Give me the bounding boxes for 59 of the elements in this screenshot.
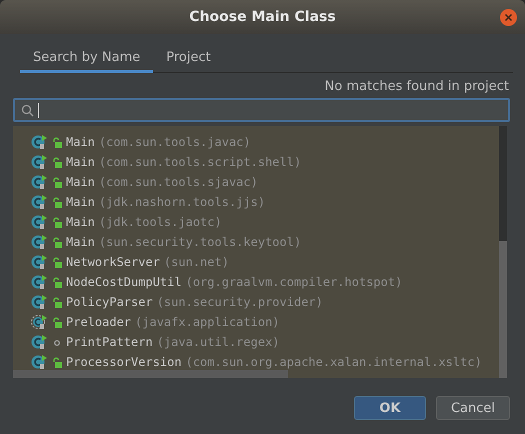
class-run-icon	[31, 294, 48, 310]
class-name: PrintPattern	[66, 335, 153, 349]
class-run-icon	[31, 354, 48, 370]
horizontal-scrollbar[interactable]	[13, 370, 288, 378]
search-field[interactable]	[13, 98, 510, 122]
class-list-item[interactable]: ProcessorVersion (com.sun.org.apache.xalan.internal.xsltc)	[13, 352, 499, 372]
close-icon[interactable]	[500, 9, 517, 26]
class-run-icon	[31, 134, 48, 150]
cancel-button[interactable]: Cancel	[436, 396, 510, 420]
package-name: (com.sun.org.apache.xalan.internal.xsltc)	[186, 355, 482, 369]
class-list-item[interactable]: Main (jdk.nashorn.tools.jjs)	[13, 192, 499, 212]
class-list-item[interactable]: PrintPattern (java.util.regex)	[13, 332, 499, 352]
class-name: NodeCostDumpUtil	[66, 275, 182, 289]
class-run-icon	[31, 174, 48, 190]
class-run-icon	[31, 154, 48, 170]
class-run-icon	[31, 274, 48, 290]
package-name: (com.sun.tools.script.shell)	[98, 155, 302, 169]
class-name: Main	[66, 175, 95, 189]
class-name: Main	[66, 195, 95, 209]
tab[interactable]: Project	[153, 46, 224, 73]
package-name: (javafx.application)	[135, 315, 280, 329]
class-list-item[interactable]: Main (com.sun.tools.script.shell)	[13, 152, 499, 172]
package-name: (com.sun.tools.javac)	[98, 135, 251, 149]
class-run-icon	[31, 234, 48, 250]
vertical-scrollbar[interactable]	[499, 126, 507, 378]
class-name: Main	[66, 135, 95, 149]
class-list-item[interactable]: Main (jdk.tools.jaotc)	[13, 212, 499, 232]
class-list-item[interactable]: Main (com.sun.tools.sjavac)	[13, 172, 499, 192]
class-run-icon	[31, 334, 48, 350]
class-run-icon	[31, 194, 48, 210]
class-name: Preloader	[66, 315, 132, 329]
class-run-icon	[31, 214, 48, 230]
window-title: Choose Main Class	[189, 9, 336, 25]
package-name: (com.sun.tools.sjavac)	[98, 175, 258, 189]
class-name: ProcessorVersion	[66, 355, 182, 369]
package-name: (sun.net)	[164, 255, 229, 269]
package-name: (sun.security.provider)	[156, 295, 323, 309]
package-name: (org.graalvm.compiler.hotspot)	[186, 275, 402, 289]
class-list-item[interactable]: Main (com.sun.tools.javac)	[13, 132, 499, 152]
class-name: PolicyParser	[66, 295, 153, 309]
search-icon	[21, 104, 34, 116]
package-name: (jdk.tools.jaotc)	[98, 215, 222, 229]
class-list-item[interactable]: NodeCostDumpUtil (org.graalvm.compiler.hotspot)	[13, 272, 499, 292]
package-name: (sun.security.tools.keytool)	[98, 235, 302, 249]
class-name: Main	[66, 155, 95, 169]
ok-button[interactable]: OK	[354, 396, 426, 420]
class-list-item[interactable]: Preloader (javafx.application)	[13, 312, 499, 332]
status-text: No matches found in project	[324, 79, 509, 94]
tab[interactable]: Search by Name	[20, 46, 154, 73]
package-name: (java.util.regex)	[156, 335, 280, 349]
class-list-item[interactable]: PolicyParser (sun.security.provider)	[13, 292, 499, 312]
class-list-item[interactable]: NetworkServer (sun.net)	[13, 252, 499, 272]
abstract-class-icon	[31, 314, 48, 330]
package-name: (jdk.nashorn.tools.jjs)	[98, 195, 266, 209]
class-run-icon	[31, 254, 48, 270]
class-list-item[interactable]: Main (sun.security.tools.keytool)	[13, 232, 499, 252]
class-name: Main	[66, 215, 95, 229]
class-name: Main	[66, 235, 95, 249]
class-name: NetworkServer	[66, 255, 160, 269]
